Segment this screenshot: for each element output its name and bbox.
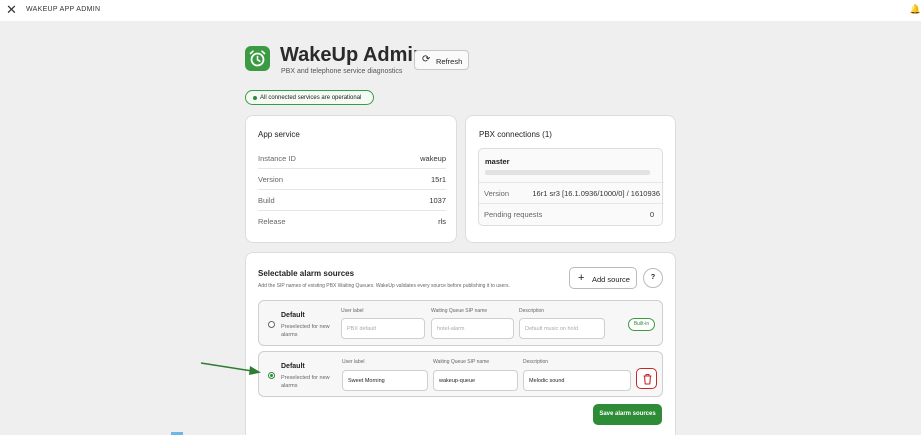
kv-key: Version [258,175,284,184]
queue-caption: Waiting Queue SIP name [433,359,490,365]
refresh-icon: ⟳ [422,54,431,65]
kv-row: Release rls [258,212,446,232]
user-label-caption: User label [342,359,365,365]
help-button[interactable]: ? [643,268,663,288]
user-label-caption: User label [341,308,364,314]
pbx-pending-label: Pending requests [484,210,543,219]
pbx-version-value: 16r1 sr3 [16.1.0936/1000/0] / 1610936 [532,189,660,198]
page-subtitle: PBX and telephone service diagnostics [281,68,403,75]
alarm-clock-icon [245,46,270,71]
queue-sip-input[interactable] [433,370,518,391]
source-title: Default [281,312,305,319]
kv-key: Release [258,217,286,226]
kv-key: Instance ID [258,154,296,163]
status-text: All connected services are operational [260,95,362,101]
add-source-button[interactable]: + Add source [569,267,637,289]
kv-value: 15r1 [430,175,446,184]
bell-icon[interactable]: 🔔 [910,4,921,15]
pbx-version-row: Version 16r1 sr3 [16.1.0936/1000/0] / 16… [479,182,664,204]
description-caption: Description [519,308,545,314]
close-icon[interactable]: ✕ [6,3,17,16]
description-input[interactable] [519,318,605,339]
pbx-connection-item: master Version 16r1 sr3 [16.1.0936/1000/… [478,148,664,226]
top-bar: ✕ WAKEUP APP ADMIN 🔔 [0,0,921,21]
source-preselect-text: Preselected for new alarms [281,324,330,338]
app-service-title: App service [258,130,300,139]
pbx-title: PBX connections (1) [479,130,552,139]
built-in-badge: Built-in [628,318,655,331]
source-preselect-text: Preselected for new alarms [281,375,330,389]
window-title: WAKEUP APP ADMIN [26,6,101,13]
kv-value: 1037 [429,196,446,205]
source-title: Default [281,363,305,370]
kv-value: wakeup [420,154,446,163]
alarm-sources-title: Selectable alarm sources [258,269,355,278]
plus-icon: + [578,272,585,284]
alarm-sources-card: Selectable alarm sources Add the SIP nam… [245,252,676,435]
alarm-sources-subtitle: Add the SIP names of existing PBX Waitin… [258,283,510,289]
source-radio[interactable] [268,372,275,379]
kv-row: Instance ID wakeup [258,149,446,169]
pbx-version-label: Version [484,189,510,198]
description-input[interactable] [523,370,631,391]
pbx-connections-card: PBX connections (1) master Version 16r1 … [465,115,676,243]
pbx-host-redacted [485,170,650,175]
kv-key: Build [258,196,275,205]
alarm-source-row: Default Preselected for new alarms User … [258,351,663,397]
queue-sip-input[interactable] [431,318,514,339]
source-radio[interactable] [268,321,275,328]
pbx-name: master [485,157,510,166]
kv-row: Build 1037 [258,191,446,211]
add-source-label: Add source [592,275,630,284]
refresh-button[interactable]: ⟳ Refresh [414,50,469,70]
status-badge: All connected services are operational [245,90,374,105]
page-title: WakeUp Admin [280,44,426,66]
status-dot-icon [253,96,257,100]
queue-caption: Waiting Queue SIP name [431,308,488,314]
pbx-pending-value: 0 [649,210,654,219]
user-label-input[interactable] [341,318,425,339]
user-label-input[interactable] [342,370,428,391]
kv-value: rls [438,217,446,226]
description-caption: Description [523,359,549,365]
trash-icon [643,373,652,385]
alarm-source-row: Default Preselected for new alarms User … [258,300,663,346]
app-service-card: App service Instance ID wakeup Version 1… [245,115,457,243]
delete-source-button[interactable] [636,368,657,389]
pointer-arrow-icon [200,362,261,375]
refresh-label: Refresh [436,57,463,66]
kv-row: Version 15r1 [258,170,446,190]
save-alarm-sources-button[interactable]: Save alarm sources [593,404,662,425]
